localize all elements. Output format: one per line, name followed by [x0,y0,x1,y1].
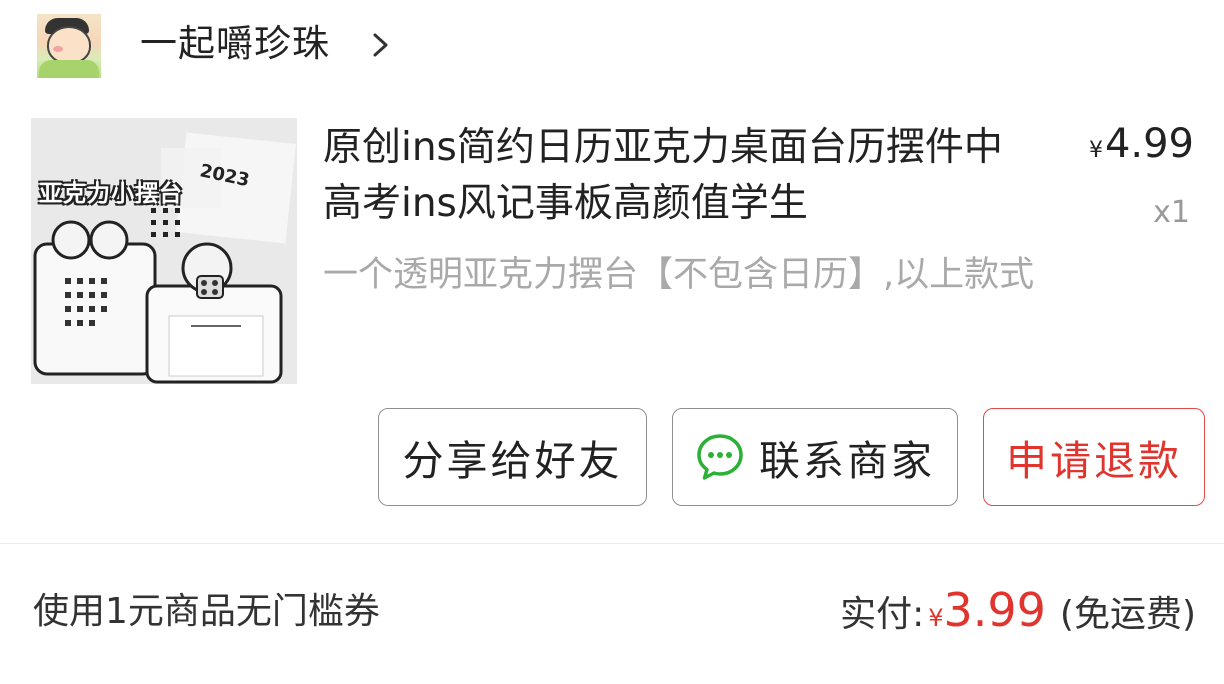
product-spec: 一个透明亚克力摆台【不包含日历】,以上款式 [323,255,1035,295]
shop-header[interactable]: 一起嚼珍珠 [0,0,1224,92]
paid-amount: 3.99 [943,583,1046,637]
shipping-note: (免运费) [1059,594,1196,635]
chevron-right-icon[interactable] [370,32,392,58]
thumbnail-caption: 亚克力小摆台 [39,181,183,207]
paid-label: 实付: [840,594,925,635]
refund-button-label: 申请退款 [1006,437,1182,485]
share-button-label: 分享给好友 [402,437,623,485]
product-price: ¥4.99 [1089,120,1194,175]
currency-symbol: ¥ [1088,138,1103,163]
product-thumbnail[interactable]: 2023 亚克力小摆台 [31,118,297,384]
product-title[interactable]: 原创ins简约日历亚克力桌面台历摆件中高考ins风记事板高颜值学生 [323,120,1033,232]
coupon-info: 使用1元商品无门槛券 [33,591,380,632]
refund-button[interactable]: 申请退款 [983,408,1205,506]
contact-button-label: 联系商家 [759,437,935,485]
contact-seller-button[interactable]: 联系商家 [672,408,958,506]
share-button[interactable]: 分享给好友 [378,408,647,506]
shop-avatar [37,14,101,78]
section-divider [0,543,1224,544]
chat-bubble-icon [697,434,743,480]
acrylic-stand-illustration: 2023 [31,118,297,384]
paid-summary: 实付: ¥3.99 (免运费) [840,582,1196,646]
product-quantity: x1 [1153,195,1190,230]
paid-currency: ¥ [928,604,944,632]
shop-name[interactable]: 一起嚼珍珠 [140,18,330,70]
price-value: 4.99 [1104,121,1194,167]
